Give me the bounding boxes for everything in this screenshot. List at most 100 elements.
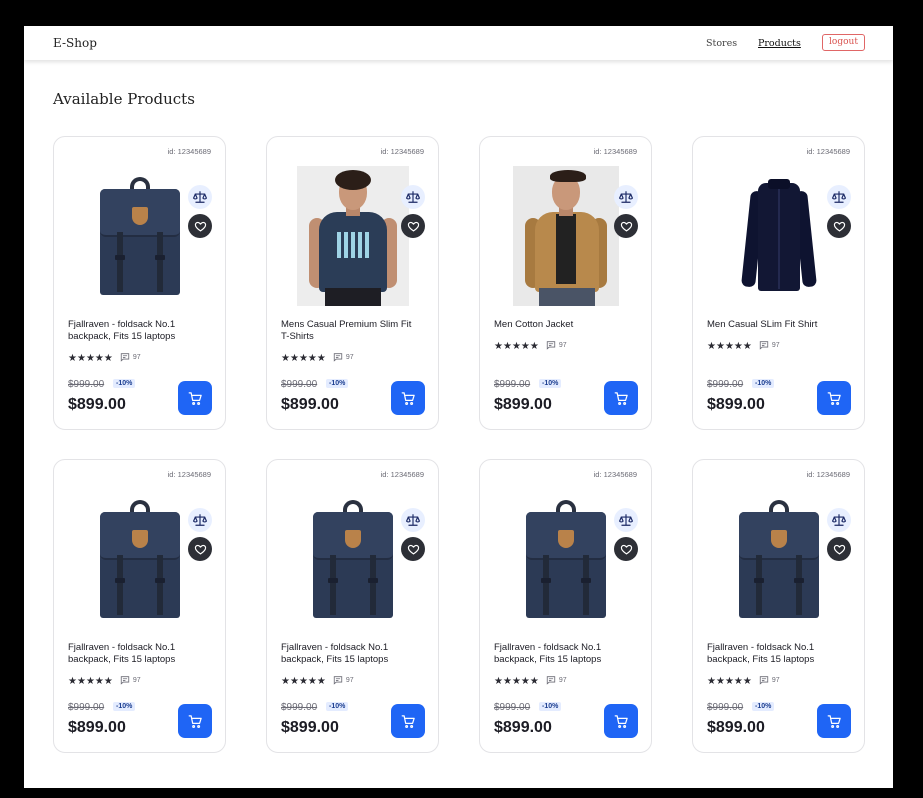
product-image[interactable]: [84, 487, 196, 630]
jacket-photo: [513, 165, 619, 306]
product-image[interactable]: [510, 487, 622, 630]
star-icon: ★: [316, 676, 326, 687]
product-title[interactable]: Men Cotton Jacket: [494, 319, 634, 331]
compare-button[interactable]: [401, 185, 425, 209]
favorite-button[interactable]: [401, 214, 425, 238]
favorite-button[interactable]: [188, 214, 212, 238]
favorite-button[interactable]: [614, 537, 638, 561]
review-count: 97: [333, 675, 354, 685]
star-icon: ★: [494, 341, 503, 352]
add-to-cart-button[interactable]: [178, 704, 212, 738]
product-image[interactable]: [723, 487, 835, 630]
add-to-cart-button[interactable]: [817, 704, 851, 738]
compare-button[interactable]: [401, 508, 425, 532]
scale-icon: [832, 191, 846, 203]
star-icon: ★: [529, 341, 539, 352]
heart-icon: [833, 221, 845, 231]
old-price: $999.00: [707, 379, 744, 390]
backpack-illustration: [738, 499, 820, 618]
compare-button[interactable]: [614, 508, 638, 532]
product-card[interactable]: id: 12345689 Fjallraven - foldsack No.1 …: [479, 459, 652, 753]
star-icon: ★: [715, 341, 725, 352]
page: E-Shop Stores Products logout Available …: [24, 26, 893, 788]
product-title[interactable]: Men Casual SLim Fit Shirt: [707, 319, 847, 331]
product-id: id: 12345689: [167, 147, 211, 156]
product-image[interactable]: [510, 164, 622, 307]
favorite-button[interactable]: [827, 214, 851, 238]
product-title[interactable]: Fjallraven - foldsack No.1 backpack, Fit…: [707, 642, 847, 666]
product-id: id: 12345689: [593, 147, 637, 156]
product-card[interactable]: id: 12345689 Men Casual SLim Fit Shirt ★…: [692, 136, 865, 430]
product-title[interactable]: Fjallraven - foldsack No.1 backpack, Fit…: [68, 642, 208, 666]
compare-button[interactable]: [188, 185, 212, 209]
review-count-value: 97: [771, 341, 780, 349]
rating: ★★★★★ 97: [68, 671, 141, 689]
product-card[interactable]: id: 12345689 Fjallraven - foldsack No.1 …: [692, 459, 865, 753]
compare-button[interactable]: [614, 185, 638, 209]
shirt-illustration: [738, 177, 820, 295]
old-price: $999.00: [281, 702, 318, 713]
add-to-cart-button[interactable]: [391, 704, 425, 738]
product-card[interactable]: id: 12345689 Fjallraven - foldsack No.1 …: [53, 136, 226, 430]
scale-icon: [619, 514, 633, 526]
star-icon: ★: [724, 341, 734, 352]
add-to-cart-button[interactable]: [604, 381, 638, 415]
star-icon: ★: [289, 676, 299, 687]
product-title[interactable]: Fjallraven - foldsack No.1 backpack, Fit…: [68, 319, 208, 343]
heart-icon: [620, 221, 632, 231]
product-image[interactable]: [84, 164, 196, 307]
product-title[interactable]: Fjallraven - foldsack No.1 backpack, Fit…: [281, 642, 421, 666]
product-card[interactable]: id: 12345689 Fjallraven - foldsack No.1 …: [266, 459, 439, 753]
price: $899.00: [707, 396, 765, 413]
comment-icon: [333, 676, 343, 685]
favorite-button[interactable]: [188, 537, 212, 561]
nav-link-stores[interactable]: Stores: [706, 38, 737, 49]
comment-icon: [759, 341, 769, 350]
add-to-cart-button[interactable]: [604, 704, 638, 738]
scale-icon: [406, 514, 420, 526]
compare-button[interactable]: [827, 508, 851, 532]
star-rating: ★★★★★: [281, 671, 326, 689]
backpack-illustration: [99, 499, 181, 618]
rating: ★★★★★ 97: [707, 336, 780, 354]
comment-icon: [120, 353, 130, 362]
rating: ★★★★★ 97: [281, 671, 354, 689]
product-card[interactable]: id: 12345689 Mens Casual Premium Slim Fi…: [266, 136, 439, 430]
favorite-button[interactable]: [614, 214, 638, 238]
favorite-button[interactable]: [827, 537, 851, 561]
cart-icon: [401, 391, 415, 405]
nav-link-products[interactable]: Products: [758, 38, 801, 49]
discount-badge: -10%: [752, 379, 775, 388]
price: $899.00: [68, 719, 126, 736]
star-icon: ★: [103, 353, 113, 364]
compare-button[interactable]: [827, 185, 851, 209]
logout-button[interactable]: logout: [822, 34, 865, 51]
old-price: $999.00: [494, 702, 531, 713]
product-card[interactable]: id: 12345689 Men Cotton Jacket ★★★★★ 97: [479, 136, 652, 430]
comment-icon: [759, 676, 769, 685]
review-count: 97: [333, 352, 354, 362]
star-icon: ★: [520, 676, 530, 687]
star-rating: ★★★★★: [707, 671, 752, 689]
rating: ★★★★★ 97: [68, 348, 141, 366]
product-image[interactable]: [297, 487, 409, 630]
add-to-cart-button[interactable]: [817, 381, 851, 415]
product-id: id: 12345689: [593, 470, 637, 479]
comment-icon: [546, 341, 556, 350]
add-to-cart-button[interactable]: [391, 381, 425, 415]
star-icon: ★: [511, 341, 521, 352]
product-image[interactable]: [297, 164, 409, 307]
star-icon: ★: [68, 353, 77, 364]
price: $899.00: [281, 719, 339, 736]
product-title[interactable]: Fjallraven - foldsack No.1 backpack, Fit…: [494, 642, 634, 666]
star-icon: ★: [715, 676, 725, 687]
rating: ★★★★★ 97: [494, 336, 567, 354]
add-to-cart-button[interactable]: [178, 381, 212, 415]
product-title[interactable]: Mens Casual Premium Slim Fit T-Shirts: [281, 319, 421, 343]
product-image[interactable]: [723, 164, 835, 307]
brand-logo[interactable]: E-Shop: [53, 36, 97, 50]
favorite-button[interactable]: [401, 537, 425, 561]
compare-button[interactable]: [188, 508, 212, 532]
scale-icon: [193, 191, 207, 203]
product-card[interactable]: id: 12345689 Fjallraven - foldsack No.1 …: [53, 459, 226, 753]
